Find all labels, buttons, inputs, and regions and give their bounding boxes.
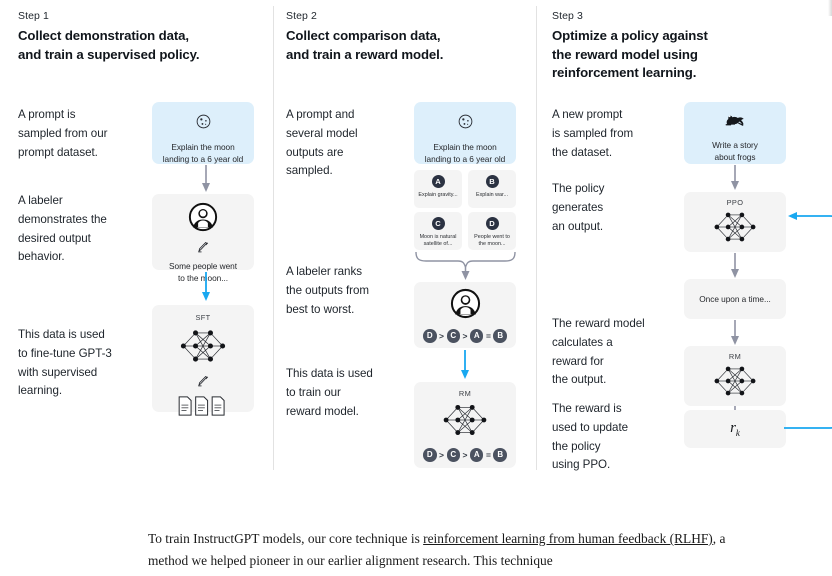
option-d-text: People went to the moon... (474, 234, 510, 248)
rm-rank-item-1: D (423, 448, 437, 462)
rm-rank-op-2: > (462, 449, 468, 460)
step-1-title: Collect demonstration data, and train a … (18, 28, 200, 62)
step-3-reward-value-card[interactable]: rk (684, 410, 786, 448)
rank-item-1: D (423, 329, 437, 343)
step-2-prompt-card[interactable]: Explain the moon landing to a 6 year old (414, 102, 516, 164)
reward-symbol: rk (730, 420, 740, 438)
option-b-badge: B (485, 175, 499, 188)
step-2-rm-ranking-row: D > C > A = B (423, 448, 507, 462)
step-2-option-b[interactable]: B Explain war... (468, 170, 516, 208)
step-1-prompt-text: Explain the moon landing to a 6 year old (162, 142, 244, 165)
step-3-rm-card[interactable]: RM (684, 346, 786, 406)
step-3-paragraph-3: The reward model calculates a reward for… (552, 317, 645, 387)
rank-item-4: B (493, 329, 507, 343)
pencil-icon (197, 240, 210, 258)
step-3-rm-caption: RM (728, 352, 742, 361)
neural-network-icon (709, 362, 761, 405)
step-2-paragraph-2: A labeler ranks the outputs from best to… (286, 265, 369, 316)
step-3-prompt-card[interactable]: Write a story about frogs (684, 102, 786, 164)
step-1-sft-caption: SFT (195, 313, 211, 322)
option-b-text: Explain war... (475, 192, 509, 198)
step-3-column: Step 3 Optimize a policy against the rew… (552, 10, 832, 471)
step-2-merge-arrow (414, 251, 517, 286)
neural-network-icon (438, 400, 492, 445)
step-2-option-a[interactable]: A Explain gravity... (414, 170, 462, 208)
step-1-labeler-card[interactable]: Some people went to the moon... (152, 194, 254, 283)
footer-paragraph-block: To train InstructGPT models, our core te… (0, 486, 832, 576)
step-2-paragraph-1: A prompt and several model outputs are s… (286, 108, 358, 178)
step-3-ppo-card[interactable]: PPO (684, 192, 786, 252)
rm-rank-op-3: = (485, 449, 491, 460)
option-d-badge: D (485, 217, 499, 230)
page-root: Step 1 Collect demonstration data, and t… (0, 0, 832, 576)
step-1-paragraph-3: This data is used to fine-tune GPT-3 wit… (18, 328, 112, 398)
rm-rank-op-1: > (439, 449, 445, 460)
rank-item-3: A (469, 329, 484, 343)
rm-rank-item-2: C (446, 448, 461, 462)
step-3-title: Optimize a policy against the reward mod… (552, 28, 708, 81)
step-3-label: Step 3 (552, 10, 583, 22)
neural-network-icon (175, 325, 231, 372)
step-2-paragraph-3: This data is used to train our reward mo… (286, 367, 373, 418)
step-2-ranking-card[interactable]: D > C > A = B (414, 282, 516, 348)
rm-rank-item-3: A (469, 448, 484, 462)
labeler-avatar-icon (450, 288, 481, 324)
step-3-prompt-text: Write a story about frogs (712, 140, 758, 163)
rank-op-3: = (485, 330, 491, 341)
step-2-option-c[interactable]: C Moon is natural satellite of... (414, 212, 462, 250)
labeler-avatar-icon (188, 202, 218, 237)
option-a-badge: A (431, 175, 445, 188)
step-2-ranking-row: D > C > A = B (423, 329, 507, 343)
step-3-paragraph-4: The reward is used to update the policy … (552, 402, 629, 472)
step-1-arrow-2 (201, 272, 211, 307)
step-1-label: Step 1 (18, 10, 49, 22)
step-3-paragraph-2: The policy generates an output. (552, 182, 605, 233)
step-1-sft-card[interactable]: SFT (152, 305, 254, 416)
footer-text-before: To train InstructGPT models, our core te… (148, 531, 424, 546)
step-2-rm-caption: RM (458, 389, 472, 398)
step-1-paragraph-2: A labeler demonstrates the desired outpu… (18, 194, 107, 264)
step-2-prompt-text: Explain the moon landing to a 6 year old (424, 142, 506, 165)
footer-paragraph: To train InstructGPT models, our core te… (148, 528, 748, 571)
neural-network-icon (709, 208, 761, 251)
documents-icon (177, 395, 229, 422)
step-1-prompt-card[interactable]: Explain the moon landing to a 6 year old (152, 102, 254, 164)
step-1-column: Step 1 Collect demonstration data, and t… (18, 10, 268, 470)
rm-rank-item-4: B (493, 448, 507, 462)
column-divider-1 (273, 6, 274, 470)
step-1-paragraph-1: A prompt is sampled from our prompt data… (18, 108, 108, 159)
step-3-ppo-caption: PPO (726, 198, 744, 207)
step-2-column: Step 2 Collect comparison data, and trai… (286, 10, 536, 470)
rlhf-diagram: Step 1 Collect demonstration data, and t… (0, 0, 832, 480)
moon-icon (457, 113, 474, 135)
pencil-icon (197, 374, 210, 392)
step-2-option-d[interactable]: D People went to the moon... (468, 212, 516, 250)
moon-icon (195, 113, 212, 135)
column-divider-2 (536, 6, 537, 470)
option-c-text: Moon is natural satellite of... (419, 234, 457, 248)
option-a-text: Explain gravity... (418, 192, 458, 198)
rank-op-1: > (439, 330, 445, 341)
rank-item-2: C (446, 329, 461, 343)
ppo-feedback-loop-arrow (784, 206, 832, 437)
rlhf-link[interactable]: reinforcement learning from human feedba… (423, 531, 713, 546)
step-3-paragraph-1: A new prompt is sampled from the dataset… (552, 108, 634, 159)
step-3-output-card[interactable]: Once upon a time... (684, 279, 786, 319)
step-2-title: Collect comparison data, and train a rew… (286, 28, 444, 62)
step-3-output-text: Once upon a time... (699, 293, 771, 304)
step-2-arrow-blue (460, 350, 470, 385)
option-c-badge: C (431, 217, 445, 230)
step-2-label: Step 2 (286, 10, 317, 22)
step-2-rm-card[interactable]: RM D > C > A = B (414, 382, 516, 468)
frog-icon (724, 113, 746, 133)
rank-op-2: > (462, 330, 468, 341)
